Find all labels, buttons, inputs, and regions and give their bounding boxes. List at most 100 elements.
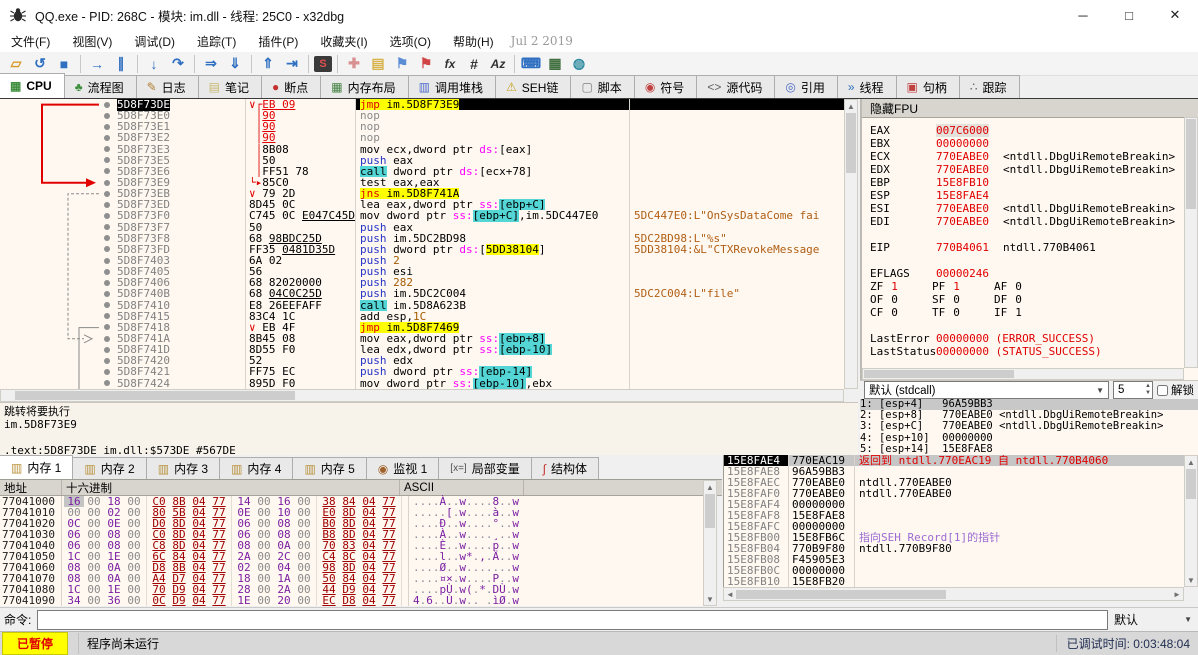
breakpoint-dot[interactable]: [104, 213, 110, 219]
calculator-icon[interactable]: ▦: [544, 54, 566, 74]
disasm-row[interactable]: 5D8F73DE∨┌EB 09jmp im.5D8F73E9: [100, 99, 844, 110]
command-input[interactable]: [37, 610, 1108, 630]
notes-device-icon[interactable]: ⌨: [520, 54, 542, 74]
disasm-row[interactable]: 5D8F7418∨ EB 4Fjmp im.5D8F7469: [100, 322, 844, 333]
breakpoint-dot[interactable]: [104, 313, 110, 319]
tab-script[interactable]: ▢脚本: [570, 75, 634, 98]
spinner-arrows[interactable]: ▲▼: [1145, 383, 1152, 397]
breakpoint-dot[interactable]: [104, 235, 110, 241]
breakpoint-dot[interactable]: [104, 324, 110, 330]
menu-trace[interactable]: 追踪(T): [186, 31, 247, 52]
menu-favourites[interactable]: 收藏夹(I): [309, 31, 378, 52]
breakpoint-dot[interactable]: [104, 258, 110, 264]
breakpoint-gutter[interactable]: [100, 177, 114, 188]
close-button[interactable]: ✕: [1152, 0, 1198, 30]
breakpoint-dot[interactable]: [104, 246, 110, 252]
disasm-row[interactable]: 5D8F73E2 │90nop: [100, 132, 844, 143]
disasm-row[interactable]: 5D8F73E1 │90nop: [100, 121, 844, 132]
command-mode-select[interactable]: 默认 ▼: [1108, 611, 1198, 629]
disasm-row[interactable]: 5D8F742052push edx: [100, 355, 844, 366]
comment-icon[interactable]: ▤: [367, 54, 389, 74]
breakpoint-gutter[interactable]: [100, 244, 114, 255]
open-file-icon[interactable]: ▱: [5, 54, 27, 74]
register-row[interactable]: EBX00000000: [870, 137, 1198, 150]
breakpoint-gutter[interactable]: [100, 333, 114, 344]
scroll-right-arrow[interactable]: ►: [1171, 588, 1183, 600]
stack-pane[interactable]: 15E8FAE4770EAC19返回到 ntdll.770EAC19 自 ntd…: [723, 455, 1184, 587]
tab-threads[interactable]: »线程: [837, 75, 897, 98]
disasm-row[interactable]: 5D8F73F750push eax: [100, 222, 844, 233]
breakpoint-dot[interactable]: [104, 191, 110, 197]
call-arg-row[interactable]: 3: [esp+C] 770EABE0 <ntdll.DbgUiRemoteBr…: [860, 421, 1198, 432]
disasm-row[interactable]: 5D8F740B68 04C0C25Dpush im.5DC2C0045DC2C…: [100, 288, 844, 299]
hash-icon[interactable]: #: [463, 54, 485, 74]
text-az-icon[interactable]: Az: [487, 54, 509, 74]
unlock-checkbox[interactable]: 解锁: [1157, 382, 1194, 398]
disasm-row[interactable]: 5D8F73E3 │8B08mov ecx,dword ptr ds:[eax]: [100, 144, 844, 155]
register-row[interactable]: OF0SF0DF0: [870, 293, 1198, 306]
breakpoint-gutter[interactable]: [100, 378, 114, 389]
breakpoint-dot[interactable]: [104, 347, 110, 353]
breakpoint-gutter[interactable]: [100, 222, 114, 233]
register-list[interactable]: EAX007C6000EBX00000000ECX770EABE0<ntdll.…: [862, 118, 1198, 369]
register-row[interactable]: CF0TF0IF1: [870, 306, 1198, 319]
disasm-row[interactable]: 5D8F7421FF75 ECpush dword ptr ss:[ebp-14…: [100, 366, 844, 377]
scroll-up-arrow[interactable]: ▲: [845, 100, 857, 112]
breakpoint-dot[interactable]: [104, 369, 110, 375]
breakpoint-dot[interactable]: [104, 146, 110, 152]
disasm-row[interactable]: 5D8F73E9└▸85C0test eax,eax: [100, 177, 844, 188]
breakpoint-gutter[interactable]: [100, 255, 114, 266]
call-arg-row[interactable]: 5: [esp+14] 15E8FAE8: [860, 444, 1198, 455]
tab-symbols[interactable]: ◉符号: [634, 75, 698, 98]
tab-memory-map[interactable]: ▦内存布局: [320, 75, 408, 98]
strings-icon[interactable]: S: [314, 56, 332, 72]
call-arguments-list[interactable]: 1: [esp+4] 96A59BB32: [esp+8] 770EABE0 <…: [860, 399, 1198, 455]
breakpoint-dot[interactable]: [104, 113, 110, 119]
tab-locals[interactable]: [x=]局部变量: [438, 457, 531, 479]
menu-file[interactable]: 文件(F): [0, 31, 61, 52]
minimize-button[interactable]: ─: [1060, 0, 1106, 30]
breakpoint-gutter[interactable]: [100, 188, 114, 199]
menu-plugins[interactable]: 插件(P): [247, 31, 309, 52]
tab-dump3[interactable]: ▥内存 3: [146, 457, 220, 479]
disassembly-hscrollbar[interactable]: [0, 389, 844, 402]
breakpoint-dot[interactable]: [104, 135, 110, 141]
breakpoint-gutter[interactable]: [100, 288, 114, 299]
disasm-row[interactable]: 5D8F73E0 │90nop: [100, 110, 844, 121]
breakpoint-gutter[interactable]: [100, 110, 114, 121]
tab-cpu[interactable]: ▦CPU: [0, 73, 65, 98]
tab-references[interactable]: ◎引用: [774, 75, 838, 98]
registers-vscrollbar[interactable]: [1184, 117, 1198, 368]
disasm-row[interactable]: 5D8F73F0C745 0C E047C45Dmov dword ptr ss…: [100, 210, 844, 221]
breakpoint-dot[interactable]: [104, 168, 110, 174]
step-out-icon[interactable]: ⇑: [257, 54, 279, 74]
hide-fpu-button[interactable]: 隐藏FPU: [862, 99, 1198, 118]
stack-hscrollbar[interactable]: ◄ ►: [723, 587, 1184, 601]
breakpoint-gutter[interactable]: [100, 166, 114, 177]
disasm-row[interactable]: 5D8F73ED8D45 0Clea eax,dword ptr ss:[ebp…: [100, 199, 844, 210]
menu-view[interactable]: 视图(V): [61, 31, 123, 52]
run-to-user-code-icon[interactable]: ⇥: [281, 54, 303, 74]
register-row[interactable]: EFLAGS00000246: [870, 267, 1198, 280]
disasm-row[interactable]: 5D8F7424895D F0mov dword ptr ss:[ebp-10]…: [100, 378, 844, 389]
arg-count-spinner[interactable]: 5 ▲▼: [1113, 381, 1153, 399]
bookmark-icon[interactable]: ⚑: [415, 54, 437, 74]
tab-dump2[interactable]: ▥内存 2: [72, 457, 146, 479]
breakpoint-gutter[interactable]: [100, 277, 114, 288]
pause-icon[interactable]: ∥: [110, 54, 132, 74]
breakpoint-dot[interactable]: [104, 180, 110, 186]
menu-debug[interactable]: 调试(D): [123, 31, 186, 52]
label-icon[interactable]: ⚑: [391, 54, 413, 74]
breakpoint-gutter[interactable]: [100, 300, 114, 311]
breakpoint-gutter[interactable]: [100, 311, 114, 322]
register-row[interactable]: EDI770EABE0<ntdll.DbgUiRemoteBreakin>: [870, 215, 1198, 228]
disasm-row[interactable]: 5D8F73E5 │50push eax: [100, 155, 844, 166]
disasm-row[interactable]: 5D8F740668 82020000push 282: [100, 277, 844, 288]
tab-watch1[interactable]: ◉监视 1: [366, 457, 440, 479]
register-row[interactable]: EDX770EABE0<ntdll.DbgUiRemoteBreakin>: [870, 163, 1198, 176]
stack-vscrollbar[interactable]: ▲ ▼: [1184, 455, 1198, 587]
menu-options[interactable]: 选项(O): [379, 31, 442, 52]
step-into-icon[interactable]: ↓: [143, 54, 165, 74]
scroll-down-arrow[interactable]: ▼: [704, 593, 716, 605]
register-row[interactable]: ESP15E8FAE4: [870, 189, 1198, 202]
